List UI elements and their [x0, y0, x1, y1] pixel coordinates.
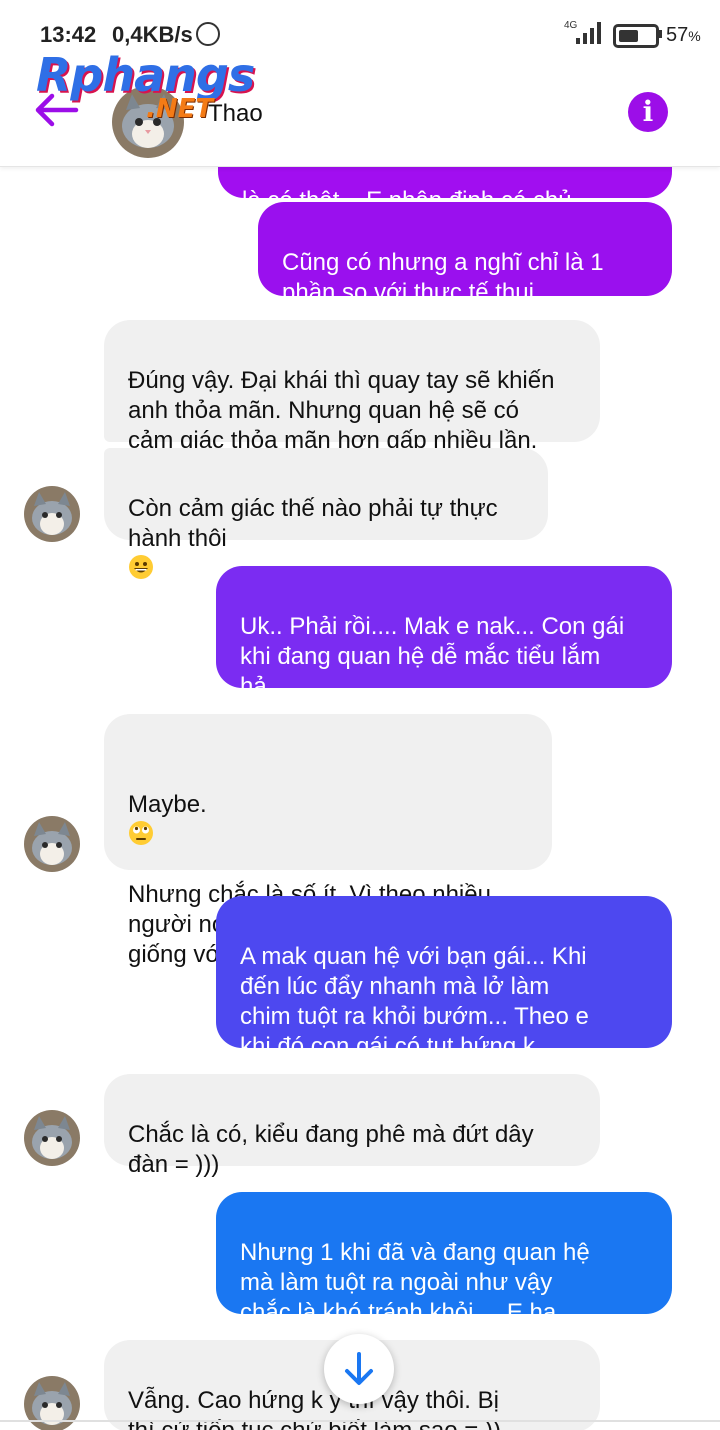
- status-speed: 0,4KB/s: [112, 22, 193, 47]
- message-bubble-sent[interactable]: Cũng có nhưng a nghĩ chỉ là 1 phần so vớ…: [258, 202, 672, 306]
- contact-name: Thao: [208, 100, 263, 127]
- signal-icon: [576, 22, 601, 44]
- contact-avatar-small[interactable]: [24, 1110, 80, 1166]
- message-text: Chắc là có, kiểu đang phê mà đứt dây đàn…: [128, 1121, 534, 1178]
- message-text: Nhưng 1 khi đã và đang quan hệ mà làm tu…: [240, 1239, 590, 1326]
- message-bubble-sent[interactable]: Nhưng 1 khi đã và đang quan hệ mà làm tu…: [216, 1192, 672, 1326]
- watermark-subtext: .NET: [146, 94, 214, 124]
- message-list[interactable]: là có thật... E nhận định có chủ Cũng có…: [0, 166, 720, 1430]
- message-text: Cũng có nhưng a nghĩ chỉ là 1 phần so vớ…: [282, 249, 604, 306]
- message-text: là có thật... E nhận định có chủ: [242, 187, 572, 198]
- message-bubble-received[interactable]: Maybe. Nhưng chắc là số ít. Vì theo nhiề…: [104, 714, 552, 968]
- message-bubble-sent[interactable]: A mak quan hệ với bạn gái... Khi đến lúc…: [216, 896, 672, 1060]
- battery-tip: [658, 30, 662, 38]
- battery-icon: [613, 24, 659, 48]
- message-text: A mak quan hệ với bạn gái... Khi đến lúc…: [240, 943, 589, 1060]
- contact-avatar-small[interactable]: [24, 816, 80, 872]
- contact-avatar-small[interactable]: [24, 486, 80, 542]
- message-text: Maybe.: [128, 791, 207, 818]
- grinning-face-icon: [129, 555, 153, 579]
- arrow-down-icon: [345, 1352, 373, 1385]
- status-time: 13:42: [40, 22, 97, 47]
- message-bubble-received[interactable]: Còn cảm giác thế nào phải tự thực hành t…: [104, 448, 548, 579]
- message-text: Còn cảm giác thế nào phải tự thực hành t…: [128, 495, 498, 552]
- scroll-to-bottom-button[interactable]: [324, 1334, 394, 1404]
- message-text: Uk.. Phải rồi.... Mak e nak... Con gái k…: [240, 613, 625, 700]
- divider: [0, 1420, 720, 1422]
- message-text: Vẫng. Cao hứng k y thì vậy thôi. Bị thì …: [128, 1387, 501, 1430]
- message-text: Đúng vậy. Đại khái thì quay tay sẽ khiến…: [128, 367, 555, 454]
- info-icon[interactable]: i: [628, 92, 668, 132]
- watermark-logo: Rphangs .NET: [36, 48, 255, 122]
- message-bubble-sent[interactable]: là có thật... E nhận định có chủ: [218, 166, 672, 198]
- message-bubble-received[interactable]: Chắc là có, kiểu đang phê mà đứt dây đàn…: [104, 1074, 600, 1178]
- message-bubble-received[interactable]: Đúng vậy. Đại khái thì quay tay sẽ khiến…: [104, 320, 600, 454]
- battery-percent: 57%: [666, 24, 701, 46]
- eye-roll-face-icon: [129, 821, 153, 845]
- messenger-notification-icon: [196, 22, 220, 46]
- watermark-text: Rphangs: [36, 48, 255, 102]
- message-bubble-sent[interactable]: Uk.. Phải rồi.... Mak e nak... Con gái k…: [216, 566, 672, 700]
